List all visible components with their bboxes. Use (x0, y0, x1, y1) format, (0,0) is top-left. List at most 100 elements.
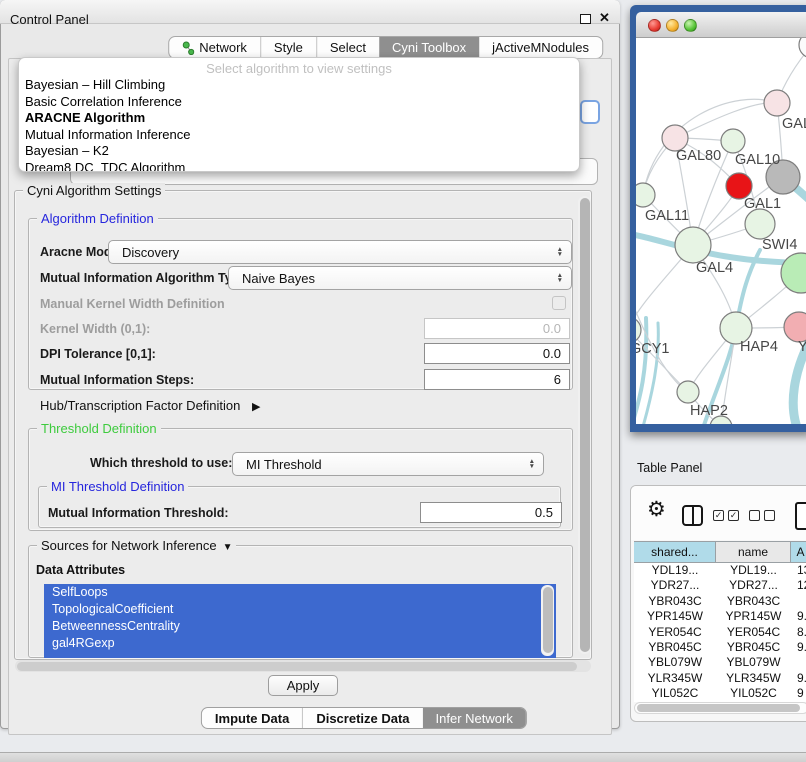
dropdown-item[interactable]: Dream8 DC_TDC Algorithm (19, 160, 579, 173)
cyni-bottom-tabs: Impute DataDiscretize DataInfer Network (201, 707, 527, 729)
mi-steps-label: Mutual Information Steps: (40, 373, 194, 387)
dropdown-item[interactable]: Bayesian – Hill Climbing (19, 77, 579, 94)
control-panel-titlebar (0, 0, 620, 24)
table-cell: YBR045C (716, 640, 791, 655)
select-all-checkboxes-icon[interactable]: ✓✓ (713, 510, 739, 521)
network-node[interactable] (799, 38, 806, 58)
tab-network[interactable]: Network (169, 37, 260, 58)
table-row[interactable]: YBR043CYBR043C (634, 594, 806, 609)
apply-button[interactable]: Apply (268, 675, 338, 696)
table-cell: 13 (791, 563, 806, 578)
attribute-item[interactable]: SelfLoops (44, 584, 556, 601)
table-cell: YBR045C (634, 640, 716, 655)
tab-style[interactable]: Style (260, 37, 316, 58)
table-row[interactable]: YER054CYER054C8. (634, 625, 806, 640)
column-header[interactable]: A (791, 542, 806, 562)
aracne-mode-select[interactable]: Discovery ▲▼ (108, 240, 572, 264)
settings-gear-icon[interactable]: ⚙ (647, 497, 666, 522)
network-node[interactable] (721, 129, 745, 153)
table-cell: YBR043C (716, 594, 791, 609)
column-header[interactable]: shared... (634, 542, 716, 562)
network-node-gal1[interactable] (745, 209, 775, 239)
network-node-swi4[interactable] (781, 253, 806, 293)
mi-threshold-field[interactable]: 0.5 (420, 502, 562, 523)
collapse-down-icon: ▼ (223, 542, 233, 553)
tab-impute-data[interactable]: Impute Data (202, 708, 302, 728)
network-node-label: GAL4 (696, 260, 733, 276)
network-node-hap2[interactable] (677, 381, 699, 403)
table-row[interactable]: YLR345WYLR345W9. (634, 671, 806, 686)
table-row[interactable]: YBL079WYBL079W (634, 655, 806, 670)
dropdown-item-list: Bayesian – Hill ClimbingBasic Correlatio… (19, 76, 579, 172)
attribute-item[interactable]: gal4RGexp (44, 635, 556, 652)
float-window-icon[interactable] (580, 14, 591, 24)
column-layout-icon[interactable] (682, 505, 703, 526)
network-node-label: Y (798, 339, 806, 355)
table-row[interactable]: YDL19...YDL19...13 (634, 563, 806, 578)
mi-algorithm-type-select[interactable]: Naive Bayes ▲▼ (228, 266, 572, 290)
network-node-label: HAP4 (740, 339, 778, 355)
tab-discretize-data[interactable]: Discretize Data (302, 708, 422, 728)
table-row[interactable]: YBR045CYBR045C9. (634, 640, 806, 655)
document-icon[interactable] (795, 502, 806, 530)
table-cell: 9 (791, 686, 806, 701)
network-node-gal4[interactable] (675, 227, 711, 263)
mi-algorithm-type-value: Naive Bayes (242, 271, 315, 286)
table-cell (791, 655, 806, 670)
kernel-width-field[interactable]: 0.0 (424, 318, 570, 339)
tab-select[interactable]: Select (316, 37, 379, 58)
attribute-item[interactable]: BetweennessCentrality (44, 618, 556, 635)
which-threshold-select[interactable]: MI Threshold ▲▼ (232, 452, 544, 476)
dropdown-item[interactable]: Bayesian – K2 (19, 143, 579, 160)
mi-threshold-definition-title: MI Threshold Definition (47, 479, 188, 494)
table-panel: ⚙ ✓✓ shared...nameA YDL19...YDL19...13YD… (630, 485, 806, 722)
table-cell: YER054C (716, 625, 791, 640)
dropdown-item[interactable]: Mutual Information Inference (19, 127, 579, 144)
mi-steps-field[interactable]: 6 (424, 369, 570, 390)
network-node-gal[interactable] (764, 90, 790, 116)
attribute-item[interactable]: TopologicalCoefficient (44, 601, 556, 618)
table-cell: YER054C (634, 625, 716, 640)
table-row[interactable]: YPR145WYPR145W9. (634, 609, 806, 624)
hub-transcription-factor-expander[interactable]: Hub/Transcription Factor Definition ▶ (40, 398, 260, 413)
table-toolbar: ⚙ ✓✓ (631, 486, 806, 540)
zoom-traffic-light-icon[interactable] (684, 19, 697, 32)
table-cell: YPR145W (716, 609, 791, 624)
table-cell (791, 594, 806, 609)
column-header[interactable]: name (716, 542, 791, 562)
table-cell: YDL19... (716, 563, 791, 578)
table-row[interactable]: YIL052CYIL052C9 (634, 686, 806, 701)
network-window-titlebar[interactable] (636, 12, 806, 38)
minimize-traffic-light-icon[interactable] (666, 19, 679, 32)
attributes-scrollbar-thumb[interactable] (543, 587, 553, 653)
table-row[interactable]: YDR27...YDR27...12 (634, 578, 806, 593)
close-icon[interactable]: ✕ (599, 10, 610, 26)
close-traffic-light-icon[interactable] (648, 19, 661, 32)
network-node-label: GAL10 (735, 152, 780, 168)
network-node-label: GCY1 (636, 341, 670, 357)
deselect-all-checkboxes-icon[interactable] (749, 510, 775, 521)
data-attributes-list[interactable]: SelfLoopsTopologicalCoefficientBetweenne… (44, 584, 556, 658)
stepper-arrows-icon: ▲▼ (529, 459, 535, 469)
tab-cyni-toolbox[interactable]: Cyni Toolbox (379, 37, 479, 58)
dropdown-item[interactable]: Basic Correlation Inference (19, 94, 579, 111)
settings-vscrollbar-thumb[interactable] (580, 198, 590, 652)
tab-jactivemnodules[interactable]: jActiveMNodules (479, 37, 602, 58)
table-hscrollbar-track[interactable] (634, 702, 806, 714)
which-threshold-value: MI Threshold (246, 457, 322, 472)
network-node-label: GAL80 (676, 148, 721, 164)
tab-label: jActiveMNodules (492, 40, 589, 55)
network-node-y[interactable] (784, 312, 806, 342)
settings-hscrollbar-thumb[interactable] (17, 662, 577, 671)
network-node-gal11[interactable] (636, 183, 655, 207)
table-hscrollbar-thumb[interactable] (637, 704, 800, 712)
network-canvas[interactable]: GALGAL80GAL10GAL1GAL11SWI4GAL4GCY1HAP4YH… (636, 38, 806, 424)
network-node-label: GAL11 (645, 208, 689, 224)
sources-group-title[interactable]: Sources for Network Inference▼ (37, 538, 236, 553)
table-cell: YBL079W (634, 655, 716, 670)
manual-kernel-width-checkbox[interactable] (552, 296, 566, 310)
dpi-tolerance-field[interactable]: 0.0 (424, 343, 570, 364)
tab-infer-network[interactable]: Infer Network (423, 708, 526, 728)
dropdown-item[interactable]: ARACNE Algorithm (19, 110, 579, 127)
aracne-mode-value: Discovery (122, 245, 179, 260)
